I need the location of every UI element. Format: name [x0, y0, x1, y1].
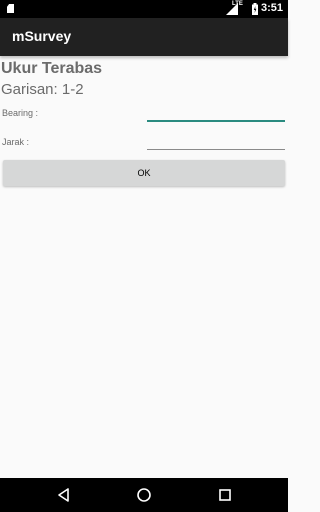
app-bar: mSurvey: [0, 18, 288, 56]
bearing-input[interactable]: [147, 104, 285, 122]
jarak-input[interactable]: [147, 133, 285, 150]
app-title: mSurvey: [12, 28, 72, 44]
navigation-bar: [0, 478, 288, 512]
status-bar: LTE 3:51: [0, 0, 288, 18]
network-type-label: LTE: [232, 1, 243, 7]
survey-form: Ukur Terabas Garisan: 1-2 Bearing : Jara…: [0, 56, 288, 478]
status-clock: 3:51: [261, 2, 284, 14]
bearing-label: Bearing :: [2, 108, 39, 118]
home-icon[interactable]: [136, 487, 152, 503]
sd-card-icon: [7, 4, 14, 13]
back-icon[interactable]: [56, 487, 72, 503]
page-title: Ukur Terabas: [1, 60, 103, 77]
battery-icon: [252, 3, 258, 15]
jarak-label: Jarak :: [2, 137, 30, 147]
ok-button[interactable]: OK: [3, 160, 285, 186]
line-subtitle: Garisan: 1-2: [1, 81, 84, 98]
recents-icon[interactable]: [217, 487, 233, 503]
